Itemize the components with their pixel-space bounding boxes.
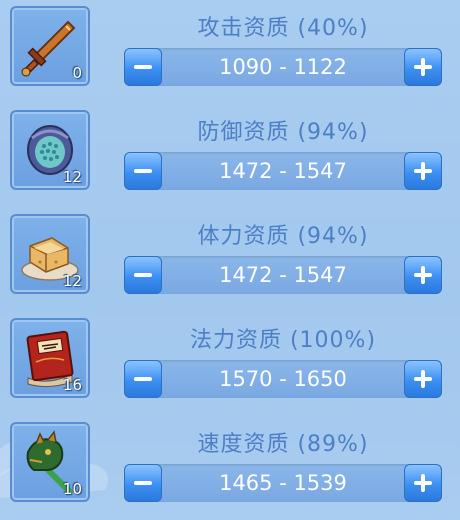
attribute-range-value: 1472 - 1547 <box>219 159 347 183</box>
decrease-button[interactable] <box>124 152 162 190</box>
attack-item-slot[interactable]: 0 <box>10 6 90 86</box>
attribute-range-value: 1472 - 1547 <box>219 263 347 287</box>
attribute-row-attack: 0 攻击资质 (40%) 1090 - 1122 <box>0 0 460 104</box>
attribute-range-bar: 1472 - 1547 <box>124 256 442 294</box>
attribute-row-mana: 16 法力资质 (100%) 1570 - 1650 <box>0 312 460 416</box>
speed-item-slot[interactable]: 10 <box>10 422 90 502</box>
item-count: 0 <box>72 64 82 82</box>
attribute-range-value: 1570 - 1650 <box>219 367 347 391</box>
item-count: 16 <box>62 376 82 394</box>
attribute-title: 攻击资质 (40%) <box>197 16 369 41</box>
mana-item-slot[interactable]: 16 <box>10 318 90 398</box>
attribute-row-speed: 10 速度资质 (89%) 1465 - 1539 <box>0 416 460 520</box>
attribute-range-bar: 1472 - 1547 <box>124 152 442 190</box>
attribute-title: 体力资质 (94%) <box>197 224 369 249</box>
attribute-range-bar: 1570 - 1650 <box>124 360 442 398</box>
increase-button[interactable] <box>404 360 442 398</box>
attribute-row-defense: 12 防御资质 (94%) 1472 - 1547 <box>0 104 460 208</box>
attribute-range-bar: 1465 - 1539 <box>124 464 442 502</box>
defense-item-slot[interactable]: 12 <box>10 110 90 190</box>
decrease-button[interactable] <box>124 256 162 294</box>
attribute-range-bar: 1090 - 1122 <box>124 48 442 86</box>
increase-button[interactable] <box>404 48 442 86</box>
increase-button[interactable] <box>404 464 442 502</box>
attribute-range-value: 1465 - 1539 <box>219 471 347 495</box>
item-count: 12 <box>62 168 82 186</box>
item-count: 10 <box>62 480 82 498</box>
attribute-title: 法力资质 (100%) <box>189 328 377 353</box>
stamina-item-slot[interactable]: 12 <box>10 214 90 294</box>
increase-button[interactable] <box>404 256 442 294</box>
decrease-button[interactable] <box>124 360 162 398</box>
increase-button[interactable] <box>404 152 442 190</box>
decrease-button[interactable] <box>124 464 162 502</box>
attribute-title: 速度资质 (89%) <box>197 432 369 457</box>
attribute-range-value: 1090 - 1122 <box>219 55 347 79</box>
item-count: 12 <box>62 272 82 290</box>
decrease-button[interactable] <box>124 48 162 86</box>
attribute-title: 防御资质 (94%) <box>197 120 369 145</box>
attribute-row-stamina: 12 体力资质 (94%) 1472 - 1547 <box>0 208 460 312</box>
